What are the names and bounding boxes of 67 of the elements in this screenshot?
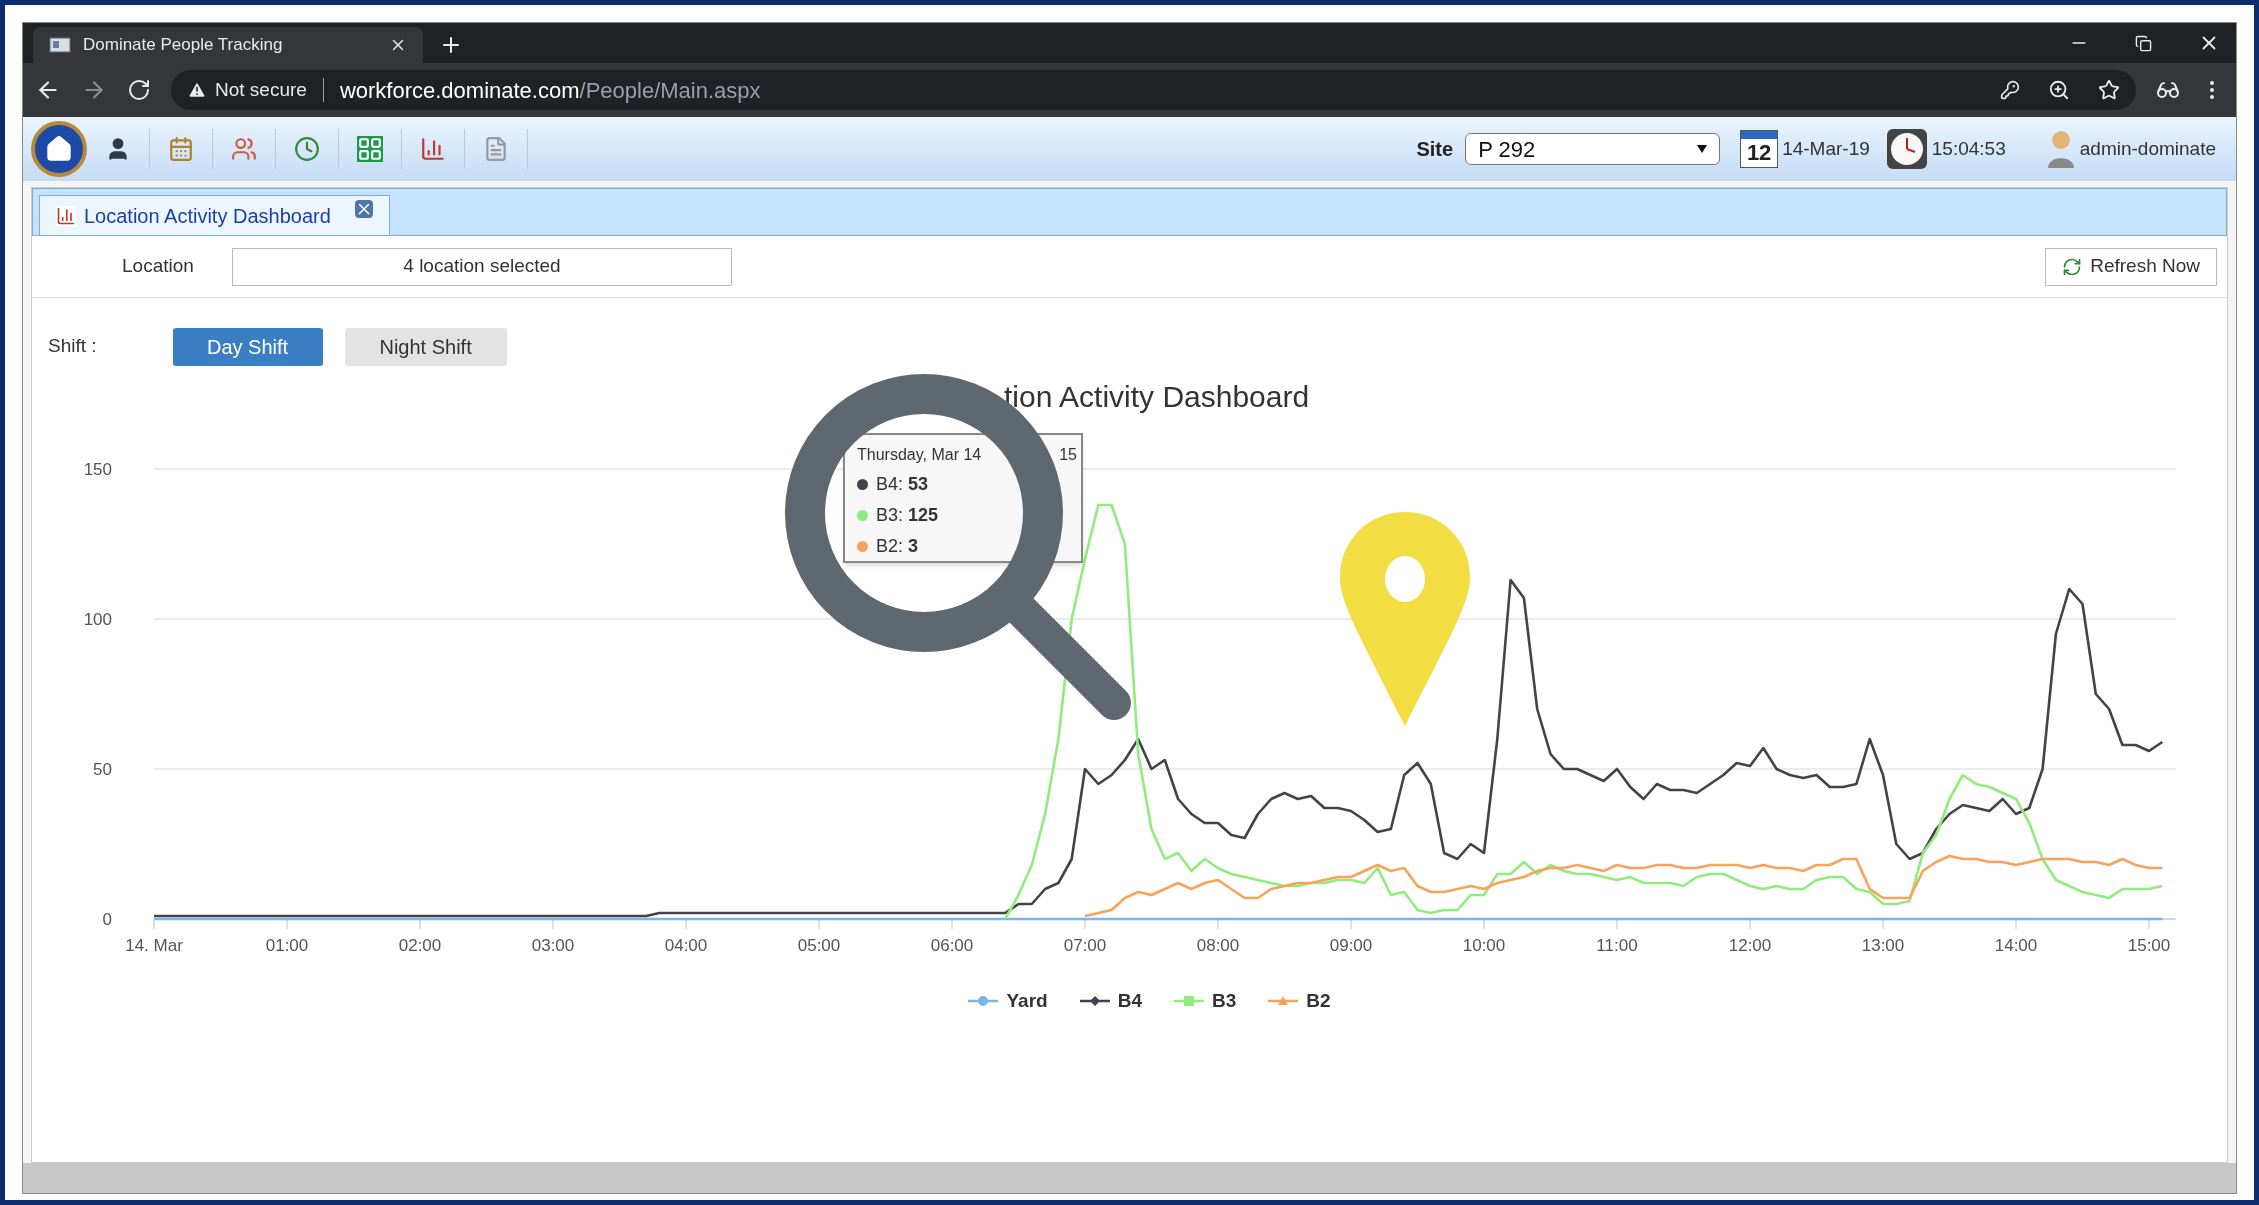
restore-icon[interactable] [2135, 34, 2152, 52]
date-text: 14-Mar-19 [1782, 136, 1870, 161]
y-axis-label: 150 [83, 460, 112, 479]
x-axis-label: 04:00 [664, 936, 708, 955]
time-text: 15:04:53 [1931, 136, 2006, 161]
user-name[interactable]: admin-dominate [2079, 134, 2216, 164]
x-axis-label: 13:00 [1861, 936, 1905, 955]
x-axis-label: 07:00 [1063, 936, 1107, 955]
x-axis-label: 11:00 [1596, 936, 1638, 955]
location-field[interactable]: 4 location selected [232, 247, 732, 286]
site-label: Site [1416, 137, 1454, 162]
legend-label[interactable]: B2 [1306, 987, 1331, 1016]
chart-icon[interactable] [420, 136, 446, 162]
refresh-button[interactable]: Refresh Now [2045, 247, 2217, 286]
dropdown-arrow-icon [1697, 145, 1708, 153]
legend-label[interactable]: B4 [1117, 987, 1142, 1016]
x-axis-label: 15:00 [2127, 936, 2171, 955]
x-axis-label: 09:00 [1329, 936, 1373, 955]
tooltip-value: B2: 3 [876, 535, 919, 558]
calendar-icon[interactable] [168, 136, 194, 162]
id-card-icon [49, 37, 71, 53]
clock-icon[interactable] [294, 136, 320, 162]
chart-icon [56, 205, 76, 226]
site-select[interactable]: P 292 [1465, 133, 1721, 165]
chart-title: tion Activity Dashboard [1004, 380, 1310, 413]
key-icon[interactable] [2000, 80, 2020, 100]
tooltip-value: B4: 53 [876, 473, 929, 496]
page-tab[interactable]: Location Activity Dashboard [39, 195, 390, 235]
x-axis-label: 12:00 [1728, 936, 1772, 955]
map-pin-icon [1340, 512, 1470, 726]
home-icon[interactable] [31, 121, 87, 177]
tab-title: Dominate People Tracking [83, 34, 284, 57]
legend-label[interactable]: B3 [1211, 987, 1237, 1016]
security-label: Not secure [215, 77, 307, 102]
x-axis-label: 01:00 [265, 936, 309, 955]
warning-icon [187, 80, 207, 100]
x-axis-label: 14. Mar [125, 936, 183, 955]
tooltip-time: 15 [1059, 445, 1077, 465]
url-text: workforce.dominate.com/People/Main.aspx [339, 76, 761, 105]
tooltip-value: B3: 125 [876, 504, 939, 527]
browser-tab[interactable]: Dominate People Tracking [33, 27, 423, 63]
clock-icon [1885, 128, 1928, 170]
shift-button[interactable]: Day Shift [172, 328, 323, 366]
y-axis-label: 50 [93, 760, 112, 779]
grid-icon[interactable] [357, 136, 383, 162]
calendar-icon: 12 [1740, 130, 1779, 168]
shift-button[interactable]: Night Shift [344, 328, 507, 366]
shift-label: Shift : [48, 334, 97, 358]
x-axis-label: 08:00 [1196, 936, 1240, 955]
legend-label[interactable]: Yard [1006, 987, 1048, 1016]
url-field[interactable]: Not secure workforce.dominate.com/People/Main.aspx [171, 70, 2136, 110]
zoom-icon[interactable] [2048, 79, 2070, 101]
x-axis-label: 02:00 [398, 936, 442, 955]
y-axis-label: 0 [102, 910, 112, 929]
tooltip-date: Thursday, Mar 14 [857, 445, 982, 465]
x-axis-label: 10:00 [1462, 936, 1506, 955]
reload-icon[interactable] [127, 78, 151, 102]
y-axis-label: 100 [83, 610, 112, 629]
refresh-icon [2062, 256, 2083, 277]
x-axis-label: 06:00 [930, 936, 974, 955]
user-icon [2045, 129, 2076, 169]
people-icon[interactable] [231, 136, 257, 162]
star-icon[interactable] [2098, 79, 2120, 101]
x-axis-label: 03:00 [531, 936, 575, 955]
x-axis-label: 14:00 [1994, 936, 2038, 955]
x-axis-label: 05:00 [797, 936, 841, 955]
location-label: Location [122, 254, 195, 279]
